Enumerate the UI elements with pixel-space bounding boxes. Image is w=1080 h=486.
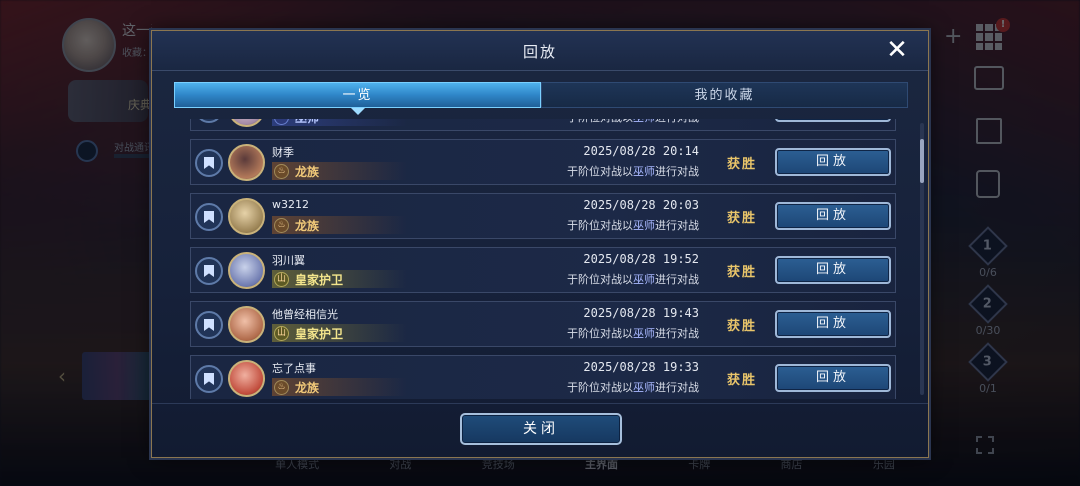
desc-prefix: 于阶位对战以 [567,119,633,124]
desc-prefix: 于阶位对战以 [567,219,633,232]
desc-class: 巫师 [633,273,655,286]
match-result: 获胜 [726,373,757,388]
class-name: 龙族 [295,218,320,233]
opponent-name: w3212 [272,198,309,211]
tab-overview[interactable]: 一览 [174,82,541,115]
replay-row: 忘了点事 ♨ 龙族 2025/08/28 19:33 于阶位对战以巫师进行对战 获胜 回放 [190,355,896,399]
match-result: 获胜 [726,265,757,280]
desc-suffix: 进行对战 [655,165,699,178]
replay-list[interactable]: ☉巫师于阶位对战以巫师进行对战获胜回放财季♨龙族2025/08/28 20:14… [190,119,896,399]
desc-suffix: 进行对战 [655,273,699,286]
match-datetime: 2025/08/28 19:52 [583,252,699,266]
class-name: 龙族 [295,164,320,179]
bookmark-icon[interactable] [195,119,223,123]
bookmark-icon[interactable] [195,311,223,339]
class-badge: 山皇家护卫 [272,324,422,342]
replay-row: w3212 ♨ 龙族 2025/08/28 20:03 于阶位对战以巫师进行对战 获胜 回放 [190,193,896,239]
class-name: 皇家护卫 [295,272,344,287]
desc-prefix: 于阶位对战以 [567,273,633,286]
match-datetime: 2025/08/28 19:33 [583,360,699,374]
desc-class: 巫师 [633,327,655,340]
desc-prefix: 于阶位对战以 [567,381,633,394]
opponent-name: 忘了点事 [272,362,316,375]
match-datetime: 2025/08/28 20:14 [583,144,699,158]
replay-button[interactable]: 回放 [775,202,891,230]
replay-row: ☉巫师于阶位对战以巫师进行对战获胜回放 [190,119,896,131]
opponent-name: 财季 [272,146,294,159]
opponent-avatar [228,119,265,127]
dialog-header: 回放 ✕ [152,31,928,71]
bookmark-icon[interactable] [195,149,223,177]
opponent-name: 羽川翼 [272,254,305,267]
close-button[interactable]: 关闭 [460,413,622,445]
match-result: 获胜 [726,319,757,334]
scrollbar[interactable] [920,123,924,395]
replay-button[interactable]: 回放 [775,119,891,122]
match-description: 于阶位对战以巫师进行对战 [567,271,699,287]
replay-button[interactable]: 回放 [775,148,891,176]
class-badge: ♨ 龙族 [272,378,422,396]
replay-button[interactable]: 回放 [775,256,891,284]
dialog-title: 回放 [522,43,557,61]
desc-suffix: 进行对战 [655,381,699,394]
match-description: 于阶位对战以巫师进行对战 [567,163,699,179]
desc-class: 巫师 [633,381,655,394]
opponent-name: 他曾经相信光 [272,308,338,321]
opponent-avatar [228,198,265,235]
class-badge: ☉ 巫师 [272,119,422,126]
replay-row: 他曾经相信光山皇家护卫 2025/08/28 19:43 于阶位对战以巫师进行对战获… [190,301,896,347]
match-description: 于阶位对战以巫师进行对战 [567,217,699,233]
bookmark-icon[interactable] [195,203,223,231]
opponent-avatar [228,144,265,181]
replay-row: 财季 ♨ 龙族 2025/08/28 20:14 于阶位对战以巫师进行对战 获胜 回放 [190,139,896,185]
class-icon: 山 [274,325,289,341]
desc-prefix: 于阶位对战以 [567,327,633,340]
class-icon: ♨ [274,163,289,179]
match-datetime: 2025/08/28 20:03 [583,198,699,212]
match-description: 于阶位对战以巫师进行对战 [567,119,699,125]
desc-suffix: 进行对战 [655,327,699,340]
replay-dialog: 回放 ✕ 一览 我的收藏 ☉巫师于阶位对战以巫师进行对战获胜回放财季♨龙族202… [151,30,929,458]
class-badge: ♨ 龙族 [272,216,422,234]
bookmark-icon[interactable] [195,365,223,393]
class-icon: ☉ [274,119,289,125]
opponent-avatar [228,360,265,397]
desc-class: 巫师 [633,119,655,124]
opponent-avatar [228,252,265,289]
class-name: 皇家护卫 [295,326,344,341]
replay-row: 羽川翼山皇家护卫 2025/08/28 19:52 于阶位对战以巫师进行对战 获胜 回放 [190,247,896,293]
match-result: 获胜 [726,157,757,172]
desc-suffix: 进行对战 [655,119,699,124]
match-datetime: 2025/08/28 19:43 [583,306,699,320]
replay-button[interactable]: 回放 [775,310,891,338]
tab-bar: 一览 我的收藏 [174,82,908,115]
opponent-avatar [228,306,265,343]
class-icon: ♨ [274,379,289,395]
desc-prefix: 于阶位对战以 [567,165,633,178]
class-name: 巫师 [295,119,319,126]
desc-class: 巫师 [633,165,655,178]
class-icon: 山 [274,271,289,287]
match-description: 于阶位对战以巫师进行对战 [567,325,699,341]
match-result: 获胜 [726,211,757,226]
replay-button[interactable]: 回放 [775,364,891,392]
class-badge: 山皇家护卫 [272,270,422,288]
desc-class: 巫师 [633,219,655,232]
class-name: 龙族 [295,380,320,395]
bookmark-icon[interactable] [195,257,223,285]
close-icon[interactable]: ✕ [884,37,910,63]
class-badge: ♨ 龙族 [272,162,422,180]
match-description: 于阶位对战以巫师进行对战 [567,379,699,395]
desc-suffix: 进行对战 [655,219,699,232]
tab-my-favorites[interactable]: 我的收藏 [541,82,908,108]
class-icon: ♨ [274,217,289,233]
scrollbar-thumb[interactable] [920,139,924,183]
divider [152,403,928,404]
